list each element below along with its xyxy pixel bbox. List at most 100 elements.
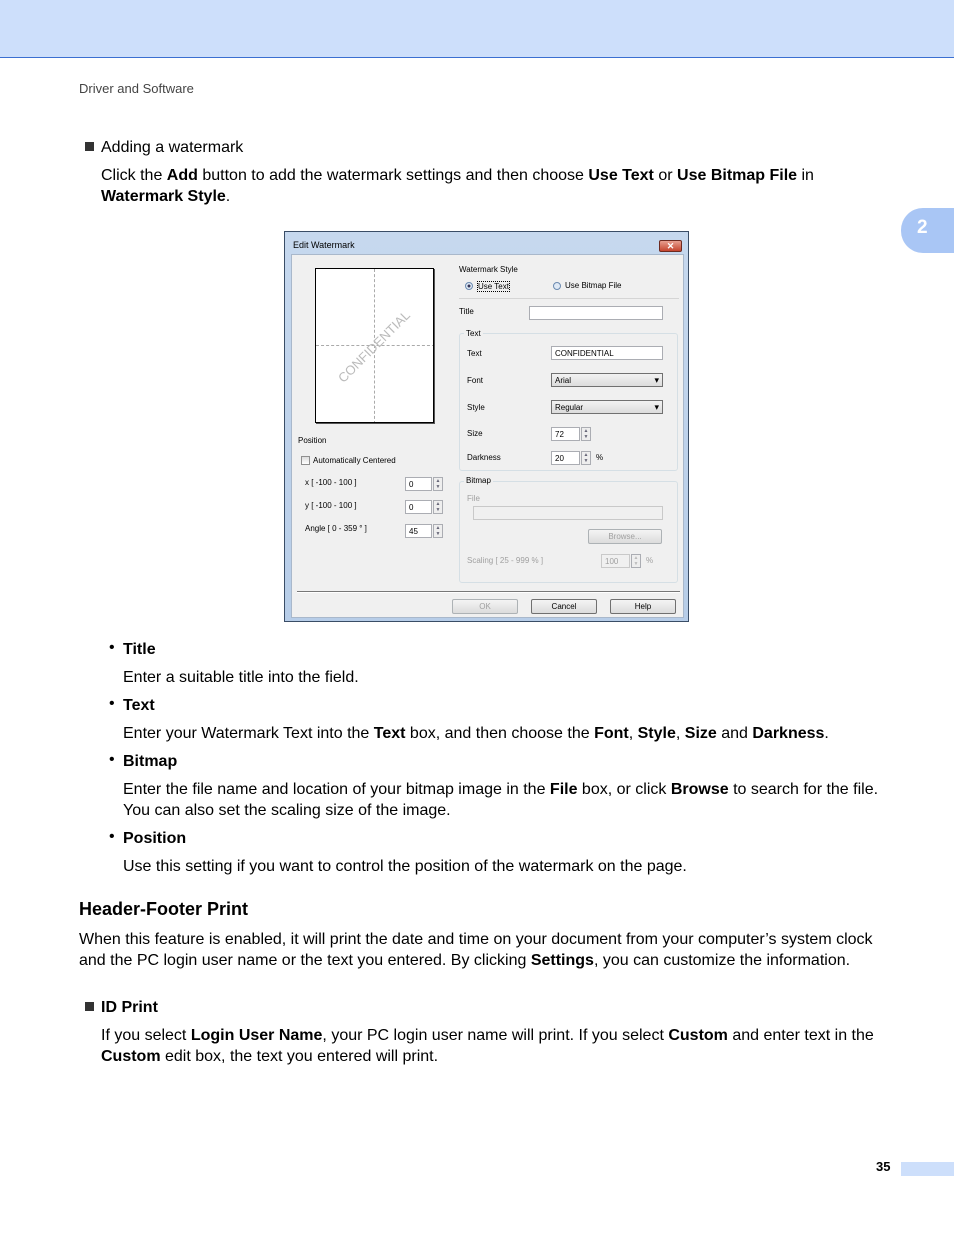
darkness-percent: % xyxy=(596,453,604,462)
scaling-input[interactable]: 100 xyxy=(601,554,630,568)
close-icon[interactable]: ✕ xyxy=(659,240,682,252)
item-bitmap-body: Enter the file name and location of your… xyxy=(123,779,898,821)
bold-term: Darkness xyxy=(752,725,825,742)
bold-term: Size xyxy=(684,725,717,742)
text-run: Use this setting if you want to control … xyxy=(123,858,687,875)
angle-label: Angle [ 0 - 359 ° ] xyxy=(305,524,367,533)
button-separator xyxy=(297,591,680,593)
item-text-body: Enter your Watermark Text into the Text … xyxy=(123,723,903,744)
id-print-heading: ID Print xyxy=(101,999,158,1016)
section-heading: Header-Footer Print xyxy=(79,899,249,919)
scaling-spinner[interactable]: ▲ ▼ xyxy=(631,554,641,568)
page-number-bar xyxy=(901,1162,954,1176)
scaling-percent: % xyxy=(646,556,654,565)
text-run: box, or click xyxy=(577,781,671,798)
text-run: edit box, the text you entered will prin… xyxy=(160,1048,439,1065)
bullet-dot: • xyxy=(109,695,115,712)
text-run: Click the xyxy=(101,167,167,184)
bold-term: Style xyxy=(637,725,676,742)
size-label: Size xyxy=(467,429,483,438)
text-run: and xyxy=(716,725,753,742)
y-input[interactable]: 0 xyxy=(405,500,432,514)
darkness-label: Darkness xyxy=(467,453,501,462)
bold-term: Custom xyxy=(668,1027,728,1044)
text-run: , you can customize the information. xyxy=(593,952,851,969)
ok-button[interactable]: OK xyxy=(452,599,518,614)
use-bitmap-radio[interactable] xyxy=(553,282,561,290)
x-input[interactable]: 0 xyxy=(405,477,432,491)
bullet-dot: • xyxy=(109,828,115,845)
text-run: and enter text in the xyxy=(727,1027,874,1044)
text-run: in xyxy=(797,167,814,184)
item-title-body: Enter a suitable title into the field. xyxy=(123,667,903,688)
bitmap-group-legend: Bitmap xyxy=(464,476,493,485)
use-text-label[interactable]: Use Text xyxy=(477,281,510,292)
edit-watermark-dialog: Edit Watermark ✕ CONFIDENTIAL Watermark … xyxy=(284,231,689,622)
page-header-band xyxy=(0,0,954,58)
page-number: 35 xyxy=(876,1159,891,1174)
use-bitmap-label[interactable]: Use Bitmap File xyxy=(565,281,621,290)
id-print-paragraph: If you select Login User Name, your PC l… xyxy=(101,1025,896,1067)
bold-term: File xyxy=(549,781,578,798)
size-spinner[interactable]: ▲ ▼ xyxy=(581,427,591,441)
text-run: If you select xyxy=(101,1027,191,1044)
bold-term: Browse xyxy=(670,781,729,798)
font-select[interactable]: Arial xyxy=(551,373,663,387)
style-label: Style xyxy=(467,403,485,412)
text-run: Enter a suitable title into the field. xyxy=(123,669,359,686)
angle-spinner[interactable]: ▲ ▼ xyxy=(433,524,443,538)
darkness-spinner[interactable]: ▲ ▼ xyxy=(581,451,591,465)
text-run: Enter your Watermark Text into the xyxy=(123,725,374,742)
file-input[interactable] xyxy=(473,506,663,520)
angle-input[interactable]: 45 xyxy=(405,524,432,538)
text-group-legend: Text xyxy=(464,329,483,338)
auto-center-label[interactable]: Automatically Centered xyxy=(313,456,396,465)
bold-term: Text xyxy=(373,725,406,742)
bold-term: Settings xyxy=(530,952,594,969)
text-run: . xyxy=(225,188,231,205)
watermark-style-label: Watermark Style xyxy=(459,265,518,274)
bullet-square xyxy=(85,142,94,151)
bold-term: Login User Name xyxy=(190,1027,323,1044)
separator xyxy=(459,298,679,299)
browse-button[interactable]: Browse... xyxy=(588,529,662,544)
text-run: . xyxy=(824,725,829,742)
position-label: Position xyxy=(298,436,327,445)
style-select[interactable]: Regular xyxy=(551,400,663,414)
title-label: Title xyxy=(459,307,474,316)
bold-term: Custom xyxy=(101,1048,161,1065)
scaling-label: Scaling [ 25 - 999 % ] xyxy=(467,556,544,565)
item-bitmap-heading: Bitmap xyxy=(123,753,178,770)
x-label: x [ -100 - 100 ] xyxy=(305,478,357,487)
title-input[interactable] xyxy=(529,306,663,320)
text-run: button to add the watermark settings and… xyxy=(197,167,589,184)
dialog-title: Edit Watermark xyxy=(293,240,355,250)
bullet-dot: • xyxy=(109,751,115,768)
text-run: or xyxy=(653,167,678,184)
bullet-dot: • xyxy=(109,639,115,656)
darkness-input[interactable]: 20 xyxy=(551,451,580,465)
text-run: Enter the file name and location of your… xyxy=(123,781,550,798)
use-text-radio[interactable] xyxy=(465,282,473,290)
size-input[interactable]: 72 xyxy=(551,427,580,441)
help-button[interactable]: Help xyxy=(610,599,676,614)
file-label: File xyxy=(467,494,480,503)
bold-term: Use Text xyxy=(588,167,654,184)
chapter-tab: 2 xyxy=(901,208,954,253)
cancel-button[interactable]: Cancel xyxy=(531,599,597,614)
item-text-heading: Text xyxy=(123,697,155,714)
watermark-preview: CONFIDENTIAL xyxy=(315,268,434,423)
auto-center-checkbox[interactable] xyxy=(301,456,310,465)
section-paragraph: When this feature is enabled, it will pr… xyxy=(79,929,891,971)
x-spinner[interactable]: ▲ ▼ xyxy=(433,477,443,491)
y-label: y [ -100 - 100 ] xyxy=(305,501,357,510)
text-run: box, and then choose the xyxy=(405,725,595,742)
text-label: Text xyxy=(467,349,482,358)
text-run: , your PC login user name will print. If… xyxy=(322,1027,669,1044)
bold-term: Watermark Style xyxy=(101,188,226,205)
bullet-heading: Adding a watermark xyxy=(101,139,244,156)
bold-term: Use Bitmap File xyxy=(677,167,798,184)
text-input[interactable]: CONFIDENTIAL xyxy=(551,346,663,360)
y-spinner[interactable]: ▲ ▼ xyxy=(433,500,443,514)
bullet-square xyxy=(85,1002,94,1011)
